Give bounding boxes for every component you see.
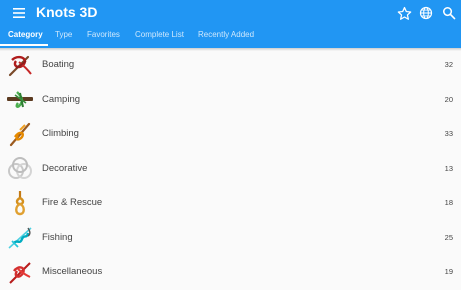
boating-knot-icon bbox=[6, 52, 34, 78]
category-count: 18 bbox=[444, 198, 453, 207]
category-count: 33 bbox=[444, 129, 453, 138]
category-label: Miscellaneous bbox=[42, 266, 103, 277]
category-label: Fishing bbox=[42, 231, 73, 243]
climbing-knot-icon bbox=[6, 121, 34, 147]
list-item-decorative[interactable]: Decorative 13 bbox=[0, 152, 461, 187]
camping-knot-icon bbox=[6, 87, 34, 113]
category-count: 20 bbox=[444, 94, 453, 104]
category-label: Camping bbox=[42, 93, 81, 105]
hamburger-menu-icon[interactable] bbox=[8, 6, 30, 20]
category-list: Boating 32 Camping 20 Climbing 33 Decora… bbox=[0, 48, 461, 290]
category-label: Decorative bbox=[42, 162, 88, 174]
list-item-camping[interactable]: Camping 20 bbox=[0, 83, 461, 118]
app-title: Knots 3D bbox=[36, 4, 98, 20]
star-icon[interactable] bbox=[395, 4, 413, 22]
tab-complete-list[interactable]: Complete List bbox=[135, 26, 184, 44]
tab-recently-added[interactable]: Recently Added bbox=[198, 26, 254, 44]
fire-rescue-knot-icon bbox=[6, 190, 34, 216]
tab-bar: Category Type Favorites Complete List Re… bbox=[0, 26, 461, 46]
globe-icon[interactable] bbox=[417, 4, 435, 22]
category-label: Boating bbox=[42, 59, 75, 70]
app-bar: Knots 3D Category Type Favorites Complet… bbox=[0, 0, 461, 48]
miscellaneous-knot-icon bbox=[6, 259, 34, 285]
list-item-fire-rescue[interactable]: Fire & Rescue 18 bbox=[0, 186, 461, 221]
tab-favorites[interactable]: Favorites bbox=[87, 26, 120, 44]
active-tab-indicator bbox=[0, 44, 48, 46]
category-count: 13 bbox=[444, 163, 453, 173]
list-item-boating[interactable]: Boating 32 bbox=[0, 48, 461, 83]
tab-category[interactable]: Category bbox=[8, 26, 43, 44]
list-item-miscellaneous[interactable]: Miscellaneous 19 bbox=[0, 255, 461, 290]
search-icon[interactable] bbox=[440, 4, 458, 22]
decorative-knot-icon bbox=[6, 156, 34, 182]
list-item-fishing[interactable]: Fishing 25 bbox=[0, 221, 461, 256]
fishing-knot-icon bbox=[6, 225, 34, 251]
tab-type[interactable]: Type bbox=[55, 26, 72, 44]
list-item-climbing[interactable]: Climbing 33 bbox=[0, 117, 461, 152]
category-count: 19 bbox=[444, 267, 453, 276]
category-count: 25 bbox=[444, 232, 453, 242]
category-count: 32 bbox=[444, 60, 453, 69]
category-label: Fire & Rescue bbox=[42, 197, 103, 208]
category-label: Climbing bbox=[42, 128, 79, 139]
